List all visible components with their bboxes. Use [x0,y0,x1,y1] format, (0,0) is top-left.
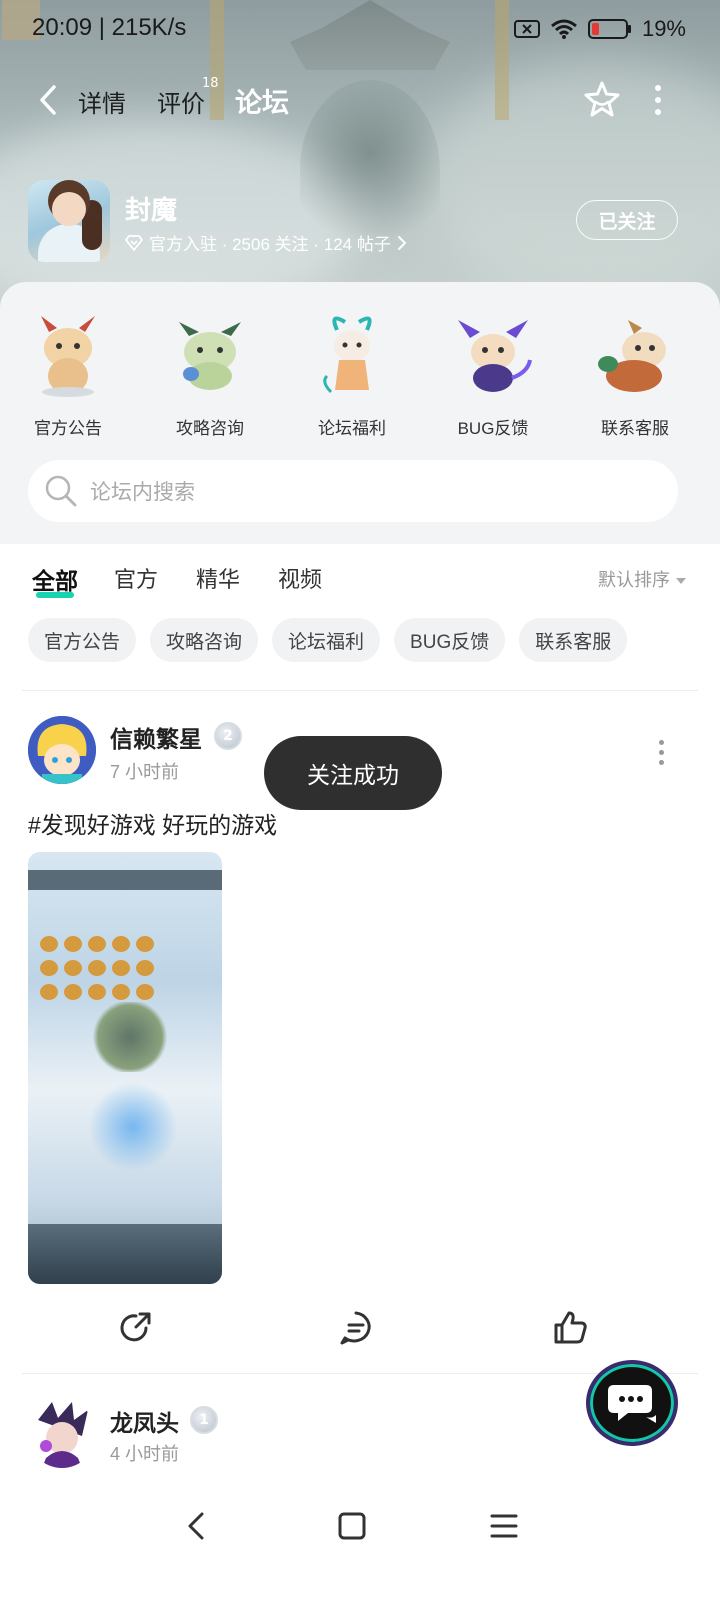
category-label: 联系客服 [601,419,669,438]
sort-dropdown[interactable]: 默认排序 [598,566,686,592]
mascot-dragon-red-icon [27,312,109,398]
favorite-button[interactable] [580,78,624,122]
search-icon [45,475,77,507]
wifi-icon [550,19,577,39]
search-placeholder: 论坛内搜索 [90,481,195,504]
post-author-avatar[interactable] [28,716,96,784]
chip-bug-report[interactable]: BUG反馈 [394,618,506,662]
battery-percent: 19% [641,16,686,41]
level-badge: 1 [190,1406,218,1434]
divider [22,690,698,691]
system-nav-bar [0,1490,720,1560]
category-customer-service[interactable]: 联系客服 [585,312,685,439]
status-time: 20:09 | 215K/s [32,14,187,41]
share-button[interactable] [116,1308,156,1348]
chat-bubble-icon [608,1385,656,1423]
more-options-button[interactable] [646,80,670,120]
back-button[interactable] [30,80,66,120]
tab-official[interactable]: 官方 [114,562,158,594]
mascot-dragon-white-icon [311,312,393,398]
toast-message: 关注成功 [264,736,442,810]
chevron-right-icon [397,235,407,250]
followed-button[interactable]: 已关注 [576,200,678,240]
battery-icon [587,19,631,39]
status-bar: 20:09 | 215K/s 19% [0,0,720,64]
post-time: 4 小时前 [110,1444,180,1464]
chip-customer-service[interactable]: 联系客服 [519,618,628,662]
mascot-dragon-green-icon [169,312,251,398]
tab-featured[interactable]: 精华 [196,562,240,594]
tab-videos[interactable]: 视频 [278,562,322,594]
comment-button[interactable] [336,1308,376,1348]
category-guides[interactable]: 攻略咨询 [160,312,260,439]
topic-chips: 官方公告 攻略咨询 论坛福利 BUG反馈 联系客服 [28,618,628,662]
post-text[interactable]: #发现好游戏 好玩的游戏 [28,806,277,840]
category-label: BUG反馈 [457,419,529,438]
game-meta-text: 官方入驻 · 2506 关注 · 124 帖子 [149,235,391,254]
tab-details[interactable]: 详情 [78,84,126,119]
chat-fab-button[interactable] [586,1360,678,1446]
post-author-name[interactable]: 龙凤头 [110,1404,179,1438]
filter-tabs: 全部 官方 精华 视频 默认排序 [0,556,720,604]
chevron-left-icon [40,85,56,115]
category-bug-report[interactable]: BUG反馈 [443,312,543,439]
chip-benefits[interactable]: 论坛福利 [272,618,381,662]
forum-panel: 官方公告 攻略咨询 论坛福利 BUG反馈 联系客服 论坛内搜索 [0,282,720,544]
post-author-name[interactable]: 信赖繁星 [110,720,202,754]
category-label: 攻略咨询 [176,419,244,438]
top-navigation: 详情 评价 18 论坛 [0,70,720,130]
diamond-icon [125,234,143,251]
sim-off-icon [513,20,540,38]
post-image[interactable] [28,852,222,1284]
category-label: 论坛福利 [318,419,386,438]
like-button[interactable] [550,1308,590,1348]
share-icon [120,1312,151,1342]
category-announcements[interactable]: 官方公告 [18,312,118,439]
tab-all[interactable]: 全部 [32,562,78,598]
forum-search-input[interactable]: 论坛内搜索 [28,460,678,522]
comment-icon [340,1311,371,1345]
game-icon[interactable] [28,180,110,262]
menu-icon [490,1514,518,1538]
reviews-count-badge: 18 [202,76,219,91]
post-more-button[interactable] [656,740,666,770]
chevron-left-icon [188,1512,204,1540]
tab-forum[interactable]: 论坛 [232,81,292,124]
thumbs-up-icon [554,1311,587,1344]
post-author-avatar[interactable] [28,1400,96,1468]
game-name: 封魔 [125,195,178,225]
category-benefits[interactable]: 论坛福利 [302,312,402,439]
chip-guides[interactable]: 攻略咨询 [150,618,259,662]
category-label: 官方公告 [34,419,102,438]
system-home-button[interactable] [332,1506,372,1546]
chip-announcements[interactable]: 官方公告 [28,618,137,662]
mascot-dragon-gold-icon [594,312,676,398]
system-menu-button[interactable] [484,1506,524,1546]
star-outline-icon [584,81,620,117]
level-badge: 2 [214,722,242,750]
mascot-dragon-purple-icon [452,312,534,398]
game-meta[interactable]: 官方入驻 · 2506 关注 · 124 帖子 [125,230,407,255]
square-icon [338,1512,366,1540]
tab-reviews[interactable]: 评价 [157,84,205,119]
post-time: 7 小时前 [110,762,180,782]
system-back-button[interactable] [176,1506,216,1546]
